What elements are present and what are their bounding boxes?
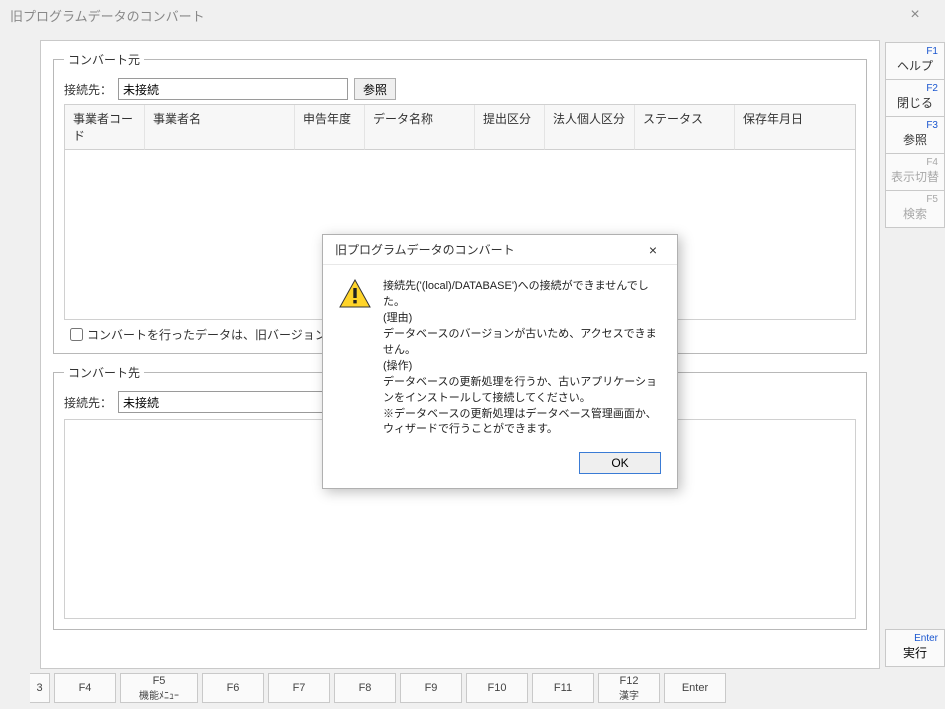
converted-data-checkbox-label: コンバートを行ったデータは、旧バージョン [87, 326, 327, 343]
window-close-button[interactable]: × [895, 6, 935, 24]
fkey-enter-execute[interactable]: Enter 実行 [885, 629, 945, 667]
fkey-f5-search: F5 検索 [886, 191, 945, 228]
fkey-b-3[interactable]: 3 [30, 673, 50, 703]
dialog-close-button[interactable]: × [639, 242, 667, 258]
warning-icon [339, 279, 371, 309]
converted-data-checkbox[interactable] [70, 328, 83, 341]
dest-connect-input[interactable] [118, 391, 348, 413]
col-status[interactable]: ステータス [635, 105, 735, 150]
col-business-name[interactable]: 事業者名 [145, 105, 295, 150]
dialog-titlebar: 旧プログラムデータのコンバート × [323, 235, 677, 265]
dialog-ok-button[interactable]: OK [579, 452, 661, 474]
fkey-b-f12-kanji[interactable]: F12漢字 [598, 673, 660, 703]
fkey-b-f9[interactable]: F9 [400, 673, 462, 703]
col-business-code[interactable]: 事業者コード [65, 105, 145, 150]
col-save-date[interactable]: 保存年月日 [735, 105, 855, 150]
fkey-b-f10[interactable]: F10 [466, 673, 528, 703]
error-dialog: 旧プログラムデータのコンバート × 接続先('(local)/DATABASE'… [322, 234, 678, 489]
fkey-f2-close[interactable]: F2 閉じる [886, 80, 945, 117]
bottom-fkey-bar: 3 F4 F5機能ﾒﾆｭｰ F6 F7 F8 F9 F10 F11 F12漢字 … [30, 673, 726, 703]
fkey-f3-browse[interactable]: F3 参照 [886, 117, 945, 154]
window-title: 旧プログラムデータのコンバート [10, 6, 205, 25]
col-filing-year[interactable]: 申告年度 [295, 105, 365, 150]
source-browse-button[interactable]: 参照 [354, 78, 396, 100]
fkey-b-f11[interactable]: F11 [532, 673, 594, 703]
source-grid-header: 事業者コード 事業者名 申告年度 データ名称 提出区分 法人個人区分 ステータス… [64, 104, 856, 150]
fkey-b-f7[interactable]: F7 [268, 673, 330, 703]
fkey-b-f6[interactable]: F6 [202, 673, 264, 703]
col-data-name[interactable]: データ名称 [365, 105, 475, 150]
dialog-message: 接続先('(local)/DATABASE')への接続ができませんでした。 (理… [383, 279, 661, 438]
source-connect-label: 接続先： [64, 81, 112, 98]
dest-connect-label: 接続先： [64, 394, 112, 411]
source-connect-input[interactable] [118, 78, 348, 100]
app-window: 旧プログラムデータのコンバート × コンバート元 接続先： 参照 事業者コード … [0, 0, 945, 709]
col-corp-indiv-class[interactable]: 法人個人区分 [545, 105, 635, 150]
dialog-title: 旧プログラムデータのコンバート [335, 241, 515, 258]
source-legend: コンバート元 [64, 51, 144, 68]
fkey-b-f5-menu[interactable]: F5機能ﾒﾆｭｰ [120, 673, 198, 703]
dest-legend: コンバート先 [64, 364, 144, 381]
fkey-b-f8[interactable]: F8 [334, 673, 396, 703]
fkey-f4-viewtoggle: F4 表示切替 [886, 154, 945, 191]
col-submit-class[interactable]: 提出区分 [475, 105, 545, 150]
right-fkey-panel: F1 ヘルプ F2 閉じる F3 参照 F4 表示切替 F5 検索 [885, 42, 945, 228]
fkey-f1-help[interactable]: F1 ヘルプ [886, 42, 945, 80]
fkey-b-f4[interactable]: F4 [54, 673, 116, 703]
window-titlebar: 旧プログラムデータのコンバート × [0, 0, 945, 30]
fkey-b-enter[interactable]: Enter [664, 673, 726, 703]
